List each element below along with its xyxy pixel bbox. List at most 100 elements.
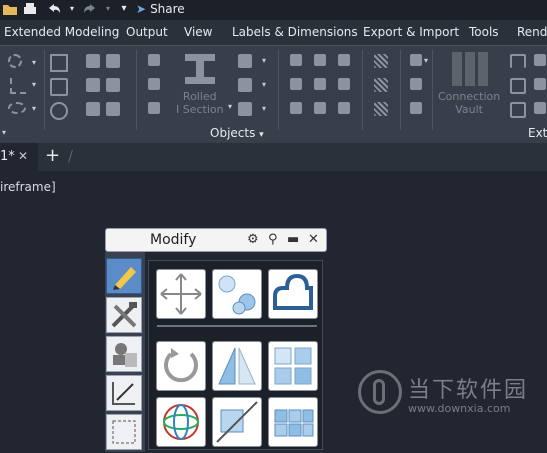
stair-icon[interactable]	[148, 78, 160, 90]
folded-plate-dropdown-icon[interactable]: ▾	[262, 56, 266, 65]
anchor-icon[interactable]	[106, 102, 120, 116]
rolled-i-section-label: Rolled I Section	[176, 90, 224, 116]
tab-labels-dimensions[interactable]: Labels & Dimensions	[232, 25, 358, 39]
beam-icon[interactable]	[86, 54, 100, 68]
shear-stud-icon[interactable]	[238, 102, 252, 116]
tab-tools[interactable]: Tools	[469, 25, 499, 39]
array-tool[interactable]	[268, 341, 318, 391]
stretch-tool[interactable]	[268, 269, 318, 319]
redo-icon[interactable]	[82, 1, 98, 17]
connection-vault-label: Connection Vault	[438, 90, 501, 116]
arc-icon[interactable]	[8, 54, 22, 68]
close-tab-icon[interactable]: ✕	[18, 149, 28, 163]
document-tab-active[interactable]: 1* ✕	[0, 143, 38, 171]
mirror-tool[interactable]	[212, 341, 262, 391]
redo-dropdown-icon[interactable]: ▾	[100, 1, 116, 17]
bolt-icon[interactable]	[106, 78, 120, 92]
tab-separator: /	[68, 147, 74, 165]
print-icon[interactable]	[22, 1, 38, 17]
opening-icon[interactable]	[410, 78, 422, 90]
copy-tool[interactable]	[212, 269, 262, 319]
mesh-icon[interactable]	[374, 102, 388, 116]
hatch-icon[interactable]	[374, 78, 388, 92]
pencil-tool-button[interactable]	[106, 258, 142, 294]
plate-merge-icon[interactable]	[314, 78, 326, 90]
plate-polygon-icon[interactable]	[290, 54, 302, 66]
grating-icon[interactable]	[374, 54, 388, 68]
folded-plate-icon[interactable]	[238, 54, 252, 68]
ellipse-dropdown-icon[interactable]: ▾	[32, 104, 36, 113]
customize-dropdown-icon[interactable]: ▾	[116, 1, 132, 17]
cladding-dropdown-icon[interactable]: ▾	[424, 56, 428, 65]
arc-dropdown-icon[interactable]: ▾	[32, 58, 36, 67]
polyline-dropdown-icon[interactable]: ▾	[32, 80, 36, 89]
move-tool[interactable]	[156, 269, 206, 319]
dimension-icon	[112, 382, 135, 405]
weld-icon[interactable]	[86, 102, 100, 116]
close-icon[interactable]: ✕	[308, 232, 319, 247]
purlin-dropdown-icon[interactable]: ▾	[262, 80, 266, 89]
watermark: 当下软件园 www.downxia.com	[358, 368, 547, 428]
plate-shrink-icon[interactable]	[338, 78, 350, 90]
gable-icon[interactable]	[510, 54, 526, 68]
ribbon-separator	[136, 50, 137, 130]
cut-tool[interactable]	[212, 397, 262, 447]
document-tab-label: 1*	[0, 149, 15, 164]
stretch-icon	[273, 273, 313, 310]
rotate-tool[interactable]	[156, 341, 206, 391]
tab-export-import[interactable]: Export & Import	[363, 25, 459, 39]
copy-icon	[218, 275, 256, 315]
truss-icon[interactable]	[510, 102, 526, 118]
visual-style-control[interactable]: ireframe]	[0, 180, 56, 194]
rolled-i-section-dropdown-icon: ▾	[228, 102, 233, 111]
dimension-tool-button[interactable]	[106, 375, 142, 411]
circle-slash-icon[interactable]	[50, 102, 68, 120]
tool-palette-titlebar[interactable]: Modify ⚙ ⚲ ▬ ✕	[105, 228, 327, 252]
minimize-icon[interactable]: ▬	[287, 232, 299, 247]
ribbon-panel: ▾ ▾ ▾ ▾ Rolled I Section ▾ ▾ ▾ ▾ ▾ Objec…	[0, 45, 547, 144]
undo-icon[interactable]	[46, 1, 62, 17]
cladding-icon[interactable]	[410, 54, 422, 66]
plate-fold-icon[interactable]	[338, 102, 350, 114]
ellipse-icon[interactable]	[8, 102, 26, 114]
settings-icon[interactable]: ⚙	[247, 232, 259, 247]
watermark-logo-icon	[358, 370, 402, 414]
plate-circle-icon[interactable]	[338, 54, 350, 66]
properties-tool-button[interactable]	[106, 336, 142, 372]
folder-icon[interactable]	[2, 1, 18, 17]
undo-dropdown-icon[interactable]: ▾	[64, 1, 80, 17]
tab-render[interactable]: Rende	[517, 25, 547, 39]
element-icon[interactable]	[410, 102, 422, 114]
plate-vertex-icon[interactable]	[290, 102, 302, 114]
share-button[interactable]: ➤ Share	[136, 0, 185, 18]
bar-icon[interactable]	[148, 54, 160, 66]
extended-icon-2[interactable]	[534, 78, 546, 90]
purlin-icon[interactable]	[238, 78, 252, 92]
frame-icon[interactable]	[510, 78, 526, 94]
pin-icon[interactable]: ⚲	[268, 232, 278, 247]
shear-stud-dropdown-icon[interactable]: ▾	[262, 104, 266, 113]
grid-icon[interactable]	[50, 54, 68, 72]
plate-split-icon[interactable]	[290, 78, 302, 90]
tab-extended-modeling[interactable]: Extended Modeling	[4, 25, 119, 39]
explode-tool[interactable]	[268, 397, 318, 447]
tool-group-divider	[157, 325, 317, 327]
railing-icon[interactable]	[148, 102, 160, 114]
column-icon[interactable]	[106, 54, 120, 68]
tools-tool-button[interactable]	[106, 297, 142, 333]
extended-icon-1[interactable]	[534, 54, 546, 66]
polyline-icon[interactable]	[10, 78, 26, 94]
plate-rect-icon[interactable]	[314, 54, 326, 66]
tab-view[interactable]: View	[184, 25, 212, 39]
new-tab-button[interactable]: +	[45, 145, 60, 166]
extended-icon-3[interactable]	[534, 102, 546, 114]
panel-expand-icon[interactable]: ▾	[2, 128, 6, 137]
selection-tool-button[interactable]	[106, 414, 142, 450]
plate-icon[interactable]	[86, 78, 100, 92]
objects-panel-title[interactable]: Objects ▾	[210, 126, 264, 140]
rotate3d-tool[interactable]	[156, 397, 206, 447]
plate-edge-icon[interactable]	[314, 102, 326, 114]
extended-panel-title[interactable]: Ext	[528, 126, 547, 140]
tab-output[interactable]: Output	[126, 25, 168, 39]
snap-icon[interactable]	[50, 78, 68, 96]
